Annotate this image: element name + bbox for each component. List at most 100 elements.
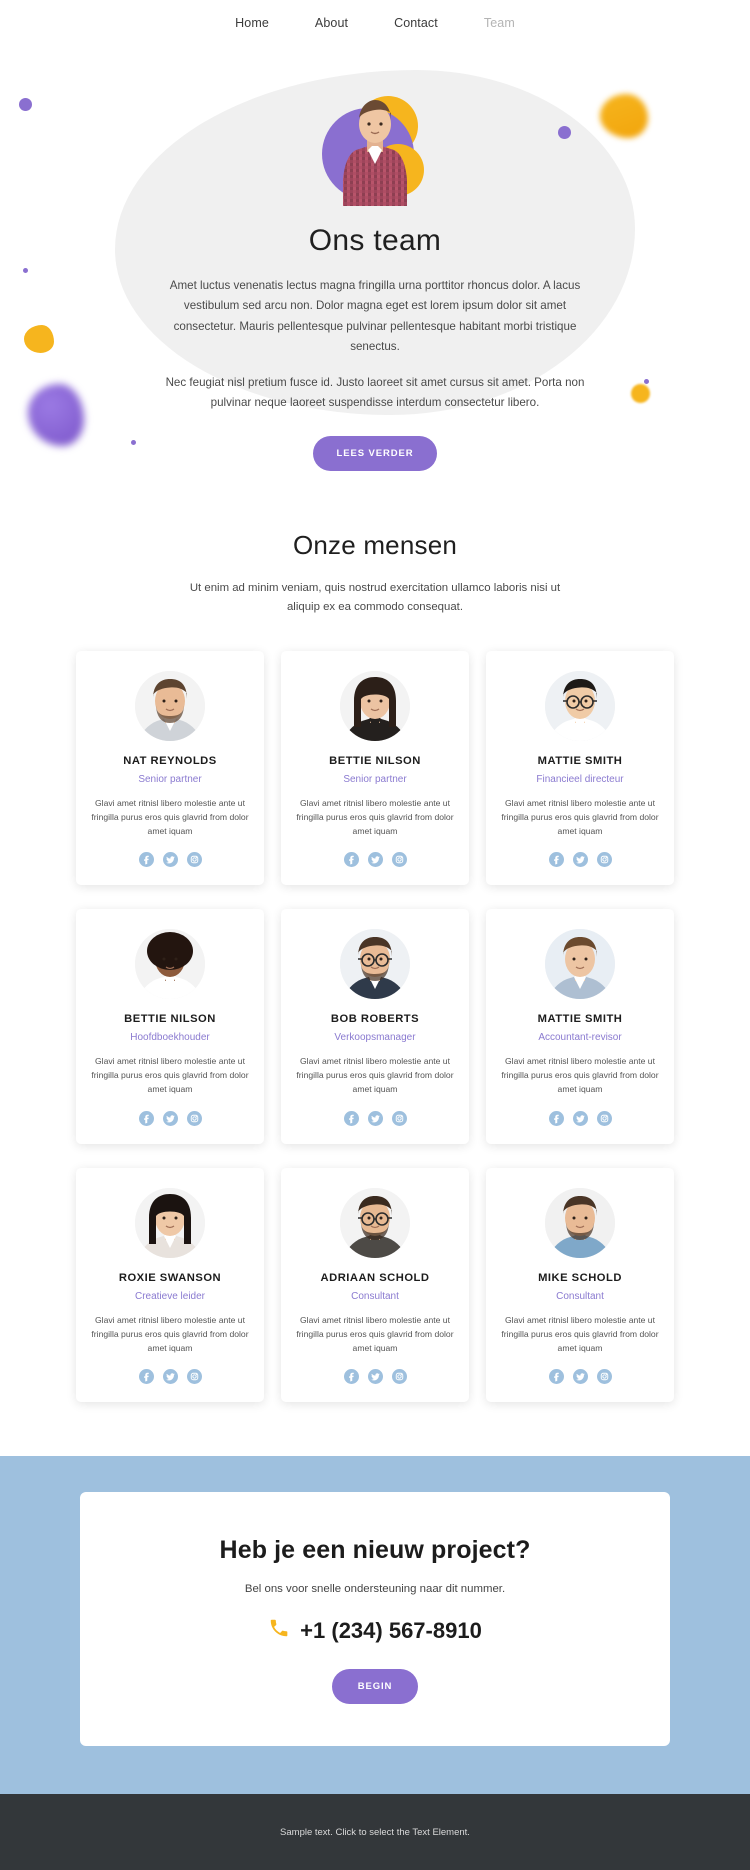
instagram-icon[interactable] [596, 1110, 612, 1126]
team-member-card: BOB ROBERTS Verkoopsmanager Glavi amet r… [281, 909, 469, 1144]
member-role: Senior partner [138, 773, 202, 785]
member-photo [135, 929, 205, 1000]
instagram-icon[interactable] [391, 1369, 407, 1385]
member-name: MIKE SCHOLD [538, 1271, 622, 1284]
cta-section: Heb je een nieuw project? Bel ons voor s… [0, 1456, 750, 1795]
hero-paragraph-2: Nec feugiat nisl pretium fusce id. Justo… [165, 376, 585, 410]
team-section-subtitle: Ut enim ad minim veniam, quis nostrud ex… [189, 582, 561, 613]
twitter-icon[interactable] [367, 1369, 383, 1385]
member-role: Financieel directeur [536, 773, 624, 785]
nav-item-about[interactable]: About [315, 16, 348, 30]
member-photo [135, 670, 205, 741]
member-social-links [500, 1110, 660, 1126]
lees-verder-button[interactable]: LEES VERDER [312, 435, 438, 471]
team-member-card: MIKE SCHOLD Consultant Glavi amet ritnis… [486, 1167, 674, 1403]
member-role: Accountant-revisor [538, 1032, 622, 1044]
member-photo [545, 929, 615, 1000]
begin-button[interactable]: BEGIN [331, 1669, 419, 1705]
hero-person-photo [343, 100, 407, 206]
cta-phone-row: +1 (234) 567-8910 [110, 1617, 640, 1645]
member-photo [340, 670, 410, 741]
facebook-icon[interactable] [138, 1369, 154, 1385]
team-member-card: ROXIE SWANSON Creatieve leider Glavi ame… [76, 1167, 264, 1403]
instagram-icon[interactable] [596, 852, 612, 868]
hero-section: Ons team Amet luctus venenatis lectus ma… [0, 46, 750, 478]
cta-phone-number[interactable]: +1 (234) 567-8910 [300, 1618, 482, 1644]
member-name: ROXIE SWANSON [118, 1271, 222, 1284]
member-role: Consultant [351, 1290, 399, 1302]
member-description: Glavi amet ritnisl libero molestie ante … [296, 1314, 454, 1353]
member-social-links [90, 1110, 250, 1126]
member-social-links [295, 852, 455, 868]
member-photo [340, 1187, 410, 1258]
team-member-card: ADRIAAN SCHOLD Consultant Glavi amet rit… [281, 1167, 469, 1403]
twitter-icon[interactable] [572, 1110, 588, 1126]
team-member-card: BETTIE NILSON Hoofdboekhouder Glavi amet… [76, 909, 264, 1144]
facebook-icon[interactable] [548, 852, 564, 868]
instagram-icon[interactable] [391, 852, 407, 868]
facebook-icon[interactable] [343, 1110, 359, 1126]
member-role: Verkoopsmanager [334, 1032, 416, 1044]
hero-title: Ons team [308, 224, 442, 257]
member-photo [135, 1187, 205, 1258]
hero-avatar [300, 94, 450, 214]
instagram-icon[interactable] [186, 1369, 202, 1385]
member-role: Senior partner [343, 773, 407, 785]
nav-item-contact[interactable]: Contact [394, 16, 438, 30]
hero-paragraph-1: Amet luctus venenatis lectus magna fring… [169, 279, 581, 353]
twitter-icon[interactable] [367, 1110, 383, 1126]
team-grid: NAT REYNOLDS Senior partner Glavi amet r… [0, 650, 750, 1403]
team-section: Onze mensen Ut enim ad minim veniam, qui… [0, 478, 750, 1457]
member-description: Glavi amet ritnisl libero molestie ante … [91, 797, 249, 836]
member-social-links [90, 852, 250, 868]
twitter-icon[interactable] [162, 1369, 178, 1385]
facebook-icon[interactable] [548, 1369, 564, 1385]
member-name: BETTIE NILSON [124, 1013, 216, 1026]
facebook-icon[interactable] [343, 1369, 359, 1385]
member-social-links [500, 1369, 660, 1385]
member-name: NAT REYNOLDS [123, 754, 217, 767]
main-navigation: Home About Contact Team [0, 0, 750, 46]
twitter-icon[interactable] [162, 852, 178, 868]
member-role: Creatieve leider [134, 1290, 206, 1302]
instagram-icon[interactable] [391, 1110, 407, 1126]
facebook-icon[interactable] [138, 1110, 154, 1126]
team-section-title: Onze mensen [292, 530, 458, 560]
member-photo [545, 1187, 615, 1258]
instagram-icon[interactable] [186, 852, 202, 868]
nav-item-team[interactable]: Team [484, 16, 515, 30]
instagram-icon[interactable] [596, 1369, 612, 1385]
member-social-links [500, 852, 660, 868]
twitter-icon[interactable] [572, 1369, 588, 1385]
member-role: Consultant [556, 1290, 604, 1302]
twitter-icon[interactable] [572, 852, 588, 868]
facebook-icon[interactable] [343, 852, 359, 868]
member-name: ADRIAAN SCHOLD [320, 1271, 430, 1284]
member-description: Glavi amet ritnisl libero molestie ante … [296, 1056, 454, 1095]
team-member-card: NAT REYNOLDS Senior partner Glavi amet r… [76, 650, 264, 886]
member-social-links [295, 1110, 455, 1126]
member-description: Glavi amet ritnisl libero molestie ante … [91, 1314, 249, 1353]
footer: Sample text. Click to select the Text El… [0, 1794, 750, 1870]
member-description: Glavi amet ritnisl libero molestie ante … [91, 1056, 249, 1095]
facebook-icon[interactable] [548, 1110, 564, 1126]
nav-item-home[interactable]: Home [235, 16, 269, 30]
twitter-icon[interactable] [162, 1110, 178, 1126]
team-member-card: BETTIE NILSON Senior partner Glavi amet … [281, 650, 469, 886]
member-social-links [90, 1369, 250, 1385]
member-description: Glavi amet ritnisl libero molestie ante … [501, 797, 659, 836]
team-member-card: MATTIE SMITH Accountant-revisor Glavi am… [486, 909, 674, 1144]
member-photo [545, 670, 615, 741]
member-photo [340, 929, 410, 1000]
member-name: BOB ROBERTS [330, 1013, 420, 1026]
member-description: Glavi amet ritnisl libero molestie ante … [296, 797, 454, 836]
member-description: Glavi amet ritnisl libero molestie ante … [501, 1056, 659, 1095]
member-name: MATTIE SMITH [537, 754, 623, 767]
member-description: Glavi amet ritnisl libero molestie ante … [501, 1314, 659, 1353]
instagram-icon[interactable] [186, 1110, 202, 1126]
twitter-icon[interactable] [367, 852, 383, 868]
facebook-icon[interactable] [138, 852, 154, 868]
member-social-links [295, 1369, 455, 1385]
footer-text[interactable]: Sample text. Click to select the Text El… [280, 1827, 470, 1838]
cta-card: Heb je een nieuw project? Bel ons voor s… [80, 1492, 670, 1747]
